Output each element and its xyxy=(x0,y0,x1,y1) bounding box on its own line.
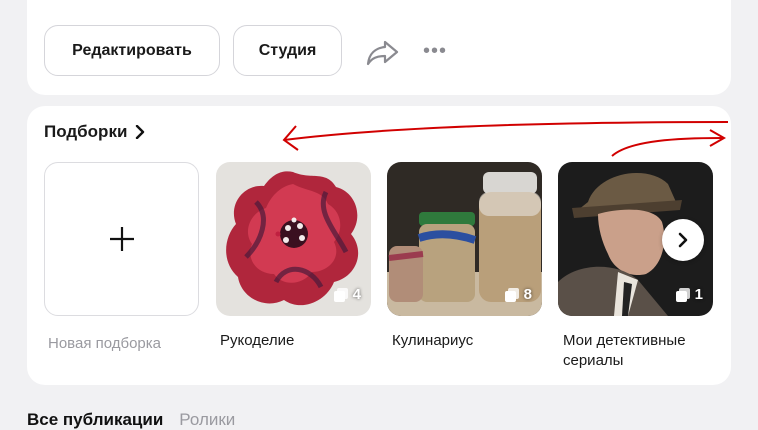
studio-button[interactable]: Студия xyxy=(233,25,342,76)
collections-title: Подборки xyxy=(44,122,128,141)
collections-header[interactable]: Подборки xyxy=(44,122,145,142)
collection-label[interactable]: Кулинариус xyxy=(392,331,473,351)
new-collection-tile[interactable] xyxy=(44,162,199,316)
edit-button[interactable]: Редактировать xyxy=(44,25,220,76)
stack-icon xyxy=(675,287,690,302)
collection-label[interactable]: Рукоделие xyxy=(220,331,294,351)
stack-icon xyxy=(504,287,519,302)
collection-count-value: 1 xyxy=(694,286,703,303)
stack-icon xyxy=(333,287,348,302)
tab-all-publications[interactable]: Все публикации xyxy=(27,410,163,430)
collection-count-value: 8 xyxy=(523,286,532,303)
share-button[interactable] xyxy=(363,34,401,70)
studio-button-label: Студия xyxy=(258,41,317,59)
plus-icon xyxy=(109,227,134,251)
new-collection-label: Новая подборка xyxy=(48,335,162,352)
chevron-right-icon xyxy=(678,232,688,248)
collection-count-value: 4 xyxy=(352,286,361,303)
more-dots-icon: ••• xyxy=(422,39,447,62)
share-arrow-icon xyxy=(366,40,399,66)
edit-button-label: Редактировать xyxy=(72,41,192,59)
collection-tile-handicraft[interactable]: 4 xyxy=(216,162,371,316)
collection-count: 8 xyxy=(504,286,532,303)
collection-label[interactable]: Мои детективные сериалы xyxy=(563,331,713,371)
chevron-right-icon xyxy=(136,125,145,139)
tab-videos[interactable]: Ролики xyxy=(179,410,235,430)
collection-count: 1 xyxy=(675,286,703,303)
more-button[interactable]: ••• xyxy=(420,36,450,66)
collection-count: 4 xyxy=(333,286,361,303)
carousel-next-button[interactable] xyxy=(662,219,704,261)
publication-tabs: Все публикации Ролики xyxy=(27,410,235,430)
collection-tile-cooking[interactable]: 8 xyxy=(387,162,542,316)
